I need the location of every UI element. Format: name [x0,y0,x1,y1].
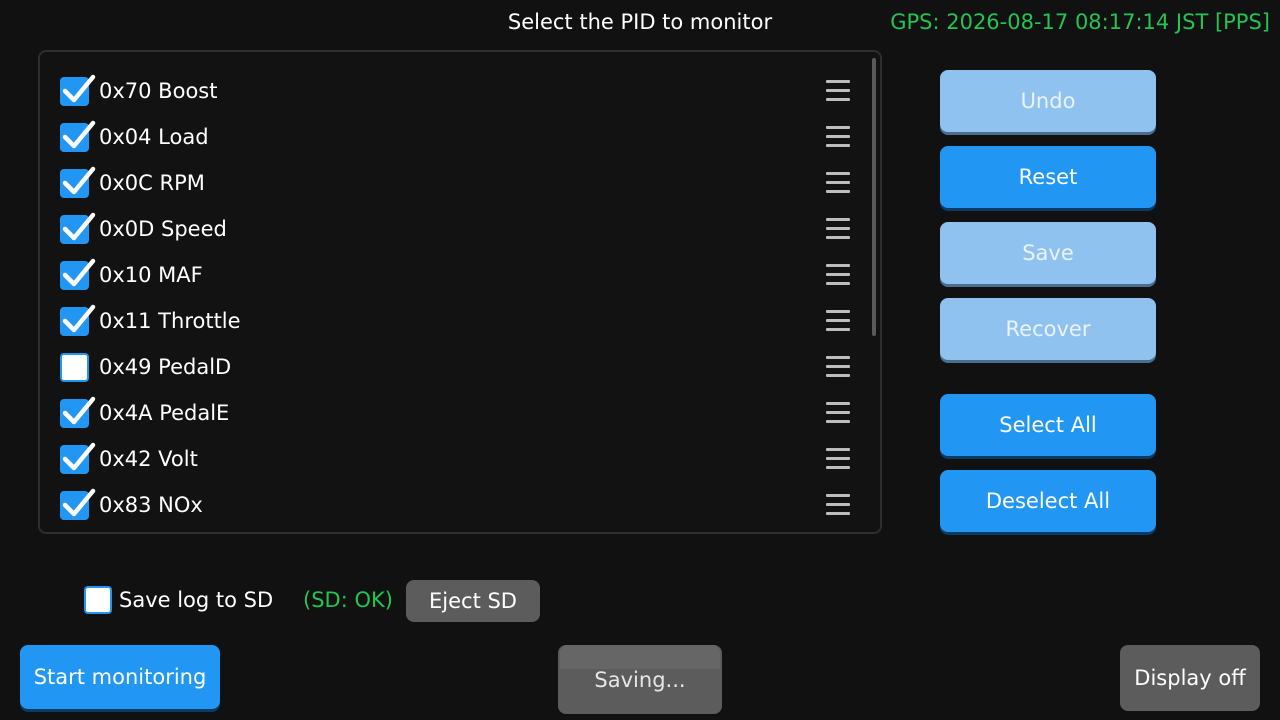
drag-handle-icon[interactable] [826,356,850,378]
pid-label: 0x4A PedalE [99,401,230,425]
pid-checkbox[interactable] [60,442,96,474]
pid-checkbox[interactable] [60,258,96,290]
pid-list-item[interactable]: 0x70 Boost [60,73,850,109]
saving-button-band [560,645,720,669]
pid-label: 0x0D Speed [99,217,227,241]
pid-checkbox[interactable] [60,120,96,152]
pid-checkbox[interactable] [60,352,89,382]
drag-handle-icon[interactable] [826,494,850,516]
pid-label: 0x0C RPM [99,171,205,195]
drag-handle-icon[interactable] [826,80,850,102]
checkmark-icon [62,488,96,516]
checkmark-icon [62,442,96,470]
display-off-button[interactable]: Display off [1120,645,1260,711]
pid-list-item[interactable]: 0x04 Load [60,119,850,155]
drag-handle-icon[interactable] [826,126,850,148]
gps-status: GPS: 2026-08-17 08:17:14 JST [PPS] [890,10,1270,34]
checkmark-icon [62,258,96,286]
drag-handle-icon[interactable] [826,310,850,332]
pid-list-item[interactable]: 0x83 NOx [60,487,850,523]
checkmark-icon [62,120,96,148]
pid-monitor-screen: Select the PID to monitor GPS: 2026-08-1… [0,0,1280,720]
pid-checkbox[interactable] [60,304,96,336]
sd-status: (SD: OK) [303,588,393,612]
save-log-checkbox[interactable] [84,586,112,614]
select-all-button[interactable]: Select All [940,394,1156,456]
pid-checkbox[interactable] [60,212,96,244]
list-scrollbar[interactable] [872,58,876,336]
saving-indicator-button[interactable]: Saving... [558,645,722,714]
start-monitoring-button[interactable]: Start monitoring [20,645,220,709]
pid-checkbox[interactable] [60,396,96,428]
drag-handle-icon[interactable] [826,402,850,424]
checkmark-icon [62,166,96,194]
checkmark-icon [62,304,96,332]
reset-button[interactable]: Reset [940,146,1156,208]
pid-label: 0x04 Load [99,125,209,149]
pid-label: 0x10 MAF [99,263,203,287]
pid-list-item[interactable]: 0x11 Throttle [60,303,850,339]
pid-label: 0x83 NOx [99,493,203,517]
pid-list-item[interactable]: 0x10 MAF [60,257,850,293]
eject-sd-button[interactable]: Eject SD [406,580,540,622]
deselect-all-button[interactable]: Deselect All [940,470,1156,532]
pid-label: 0x42 Volt [99,447,198,471]
pid-checkbox[interactable] [60,74,96,106]
saving-label: Saving... [594,667,686,692]
pid-checkbox[interactable] [60,166,96,198]
drag-handle-icon[interactable] [826,172,850,194]
checkmark-icon [62,74,96,102]
pid-list[interactable]: 0x70 Boost 0x04 Load 0x0C RPM 0x0D Speed 0x1… [38,50,882,534]
save-button[interactable]: Save [940,222,1156,284]
pid-list-item[interactable]: 0x4A PedalE [60,395,850,431]
pid-label: 0x11 Throttle [99,309,241,333]
checkmark-icon [62,396,96,424]
save-log-label: Save log to SD [119,588,274,612]
drag-handle-icon[interactable] [826,264,850,286]
pid-label: 0x70 Boost [99,79,218,103]
pid-checkbox[interactable] [60,488,96,520]
pid-list-item[interactable]: 0x42 Volt [60,441,850,477]
pid-label: 0x49 PedalD [99,355,232,379]
pid-list-item[interactable]: 0x0D Speed [60,211,850,247]
pid-list-item[interactable]: 0x0C RPM [60,165,850,201]
pid-list-item[interactable]: 0x49 PedalD [60,349,850,385]
checkmark-icon [62,212,96,240]
drag-handle-icon[interactable] [826,448,850,470]
drag-handle-icon[interactable] [826,218,850,240]
recover-button[interactable]: Recover [940,298,1156,360]
undo-button[interactable]: Undo [940,70,1156,132]
